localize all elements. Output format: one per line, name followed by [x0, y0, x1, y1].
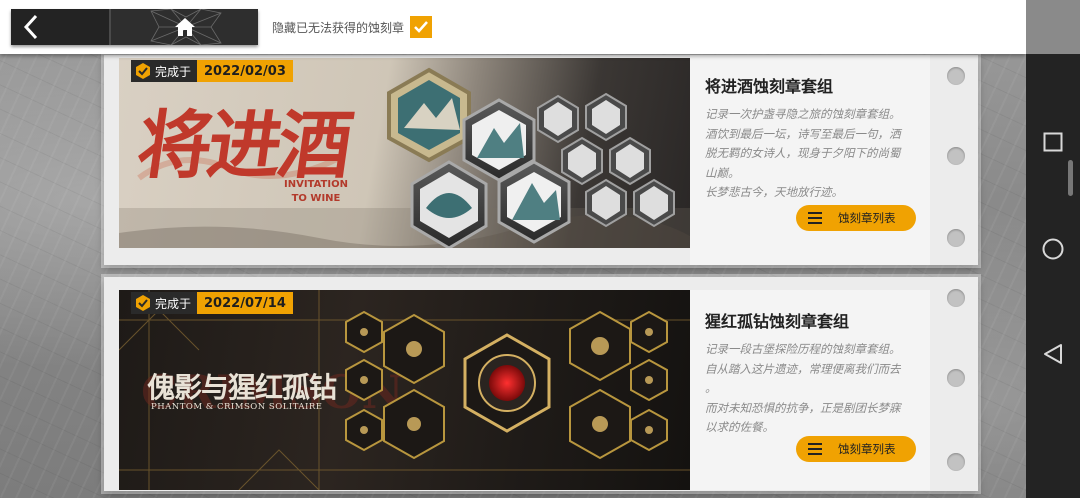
- hide-unobtainable-toggle[interactable]: 隐藏已无法获得的蚀刻章: [272, 16, 433, 38]
- medal-small-6: [633, 178, 675, 228]
- medal-small-5: [585, 178, 627, 228]
- desc-line: 以求的佐餐。: [705, 420, 774, 434]
- rivet: [947, 453, 965, 471]
- card-rivets: [944, 277, 968, 491]
- desc-line: 记录一段古堡探险历程的蚀刻章套组。: [705, 342, 901, 356]
- hide-unobtainable-label: 隐藏已无法获得的蚀刻章: [272, 20, 405, 35]
- medal-large-3: [410, 160, 488, 248]
- menu-icon: [808, 212, 822, 224]
- verified-badge-icon: [136, 295, 150, 311]
- square-icon: [1043, 132, 1063, 152]
- set-logo-english: INVITATION TO WINE: [284, 178, 348, 206]
- medal-list-button[interactable]: 蚀刻章列表: [796, 205, 916, 231]
- medal-hex-group: [387, 67, 675, 248]
- medal-set-description: 记录一次护盏寻隐之旅的蚀刻章套组。 酒饮到最后一坛，诗写至最后一句，洒 脱无羁的…: [705, 105, 923, 203]
- triangle-back-icon: [1044, 344, 1062, 364]
- completion-date: 2022/07/14: [197, 292, 293, 314]
- system-home-button[interactable]: [1040, 236, 1066, 262]
- desc-line: 记录一次护盏寻隐之旅的蚀刻章套组。: [705, 107, 901, 121]
- completion-date: 2022/02/03: [197, 60, 293, 82]
- nav-group: [11, 9, 258, 45]
- medal-small-2: [585, 92, 627, 142]
- completion-label: 完成于: [155, 64, 192, 79]
- circle-icon: [1042, 238, 1064, 260]
- completion-label-box: 完成于: [131, 292, 198, 314]
- desc-line: 自从踏入这片遗迹，常理便离我们而去: [705, 361, 901, 376]
- menu-icon: [808, 443, 822, 455]
- home-button[interactable]: [111, 9, 258, 45]
- medal-small-1: [537, 94, 579, 144]
- medal-set-card-crimson-solitaire[interactable]: CRIMSON 傀影与猩红孤钻 PHANTOM & CRIMSON SOLITA…: [104, 277, 978, 491]
- desc-line: 长梦悲古今，天地放行迹。: [705, 185, 843, 199]
- logo-en-line1: INVITATION: [284, 179, 348, 190]
- set-logo-chinese: 将进酒: [132, 103, 355, 189]
- medal-set-info: 将进酒蚀刻章套组 记录一次护盏寻隐之旅的蚀刻章套组。 酒饮到最后一坛，诗写至最后…: [690, 55, 930, 265]
- chevron-left-icon: [23, 14, 38, 40]
- rivet: [947, 289, 965, 307]
- medal-set-card-invitation-to-wine[interactable]: 将进酒 INVITATION TO WINE 完成于 2022/02/03 将进…: [104, 55, 978, 265]
- medal-small-3: [561, 136, 603, 186]
- desc-line: 脱无羁的女诗人，现身于夕阳下的尚蜀: [705, 146, 901, 160]
- logo-en-line2: TO WINE: [291, 193, 341, 204]
- scrollbar[interactable]: [1068, 160, 1073, 196]
- medal-small-4: [609, 136, 651, 186]
- medal-hex-group: [345, 310, 668, 460]
- completion-label: 完成于: [155, 296, 192, 311]
- rivet: [947, 369, 965, 387]
- hide-unobtainable-checkbox[interactable]: [410, 16, 433, 38]
- desc-line: 而对未知恐惧的抗争，正是剧团长梦寐: [705, 400, 901, 415]
- medal-set-banner: 将进酒 INVITATION TO WINE 完成于 2022/02/03: [119, 58, 690, 248]
- medal-center: [463, 333, 551, 433]
- medal-set-title: 将进酒蚀刻章套组: [705, 77, 834, 96]
- rivet: [947, 67, 965, 85]
- medal-large-1: [387, 67, 471, 163]
- card-rivets: [944, 55, 968, 265]
- desc-line: 酒饮到最后一坛，诗写至最后一句，洒: [705, 126, 901, 141]
- recent-apps-button[interactable]: [1040, 129, 1066, 155]
- rivet: [947, 147, 965, 165]
- system-nav-bar: [1026, 0, 1080, 498]
- rivet: [947, 229, 965, 247]
- medal-list-button[interactable]: 蚀刻章列表: [796, 436, 916, 462]
- medal-list-button-label: 蚀刻章列表: [838, 211, 896, 225]
- medal-set-info: 猩红孤钻蚀刻章套组 记录一段古堡探险历程的蚀刻章套组。 自从踏入这片遗迹，常理便…: [690, 290, 930, 490]
- desc-line: 山巅。: [705, 165, 740, 180]
- medal-set-title: 猩红孤钻蚀刻章套组: [705, 312, 850, 331]
- medal-list-button-label: 蚀刻章列表: [838, 442, 896, 456]
- completion-tag: 完成于 2022/07/14: [131, 292, 293, 314]
- checkmark-icon: [414, 21, 428, 33]
- system-bar-top: [1026, 0, 1080, 54]
- completion-tag: 完成于 2022/02/03: [131, 60, 293, 82]
- set-logo-english: PHANTOM & CRIMSON SOLITAIRE: [151, 402, 323, 412]
- back-button[interactable]: [11, 9, 111, 45]
- completion-label-box: 完成于: [131, 60, 198, 82]
- system-back-button[interactable]: [1040, 341, 1066, 367]
- verified-badge-icon: [136, 63, 150, 79]
- medal-set-description: 记录一段古堡探险历程的蚀刻章套组。 自从踏入这片遗迹，常理便离我们而去 。 而对…: [705, 340, 923, 438]
- home-icon: [174, 18, 195, 36]
- set-logo-chinese: 傀影与猩红孤钻: [147, 371, 337, 404]
- desc-line: 。: [705, 381, 717, 395]
- medal-set-banner: CRIMSON 傀影与猩红孤钻 PHANTOM & CRIMSON SOLITA…: [119, 290, 690, 490]
